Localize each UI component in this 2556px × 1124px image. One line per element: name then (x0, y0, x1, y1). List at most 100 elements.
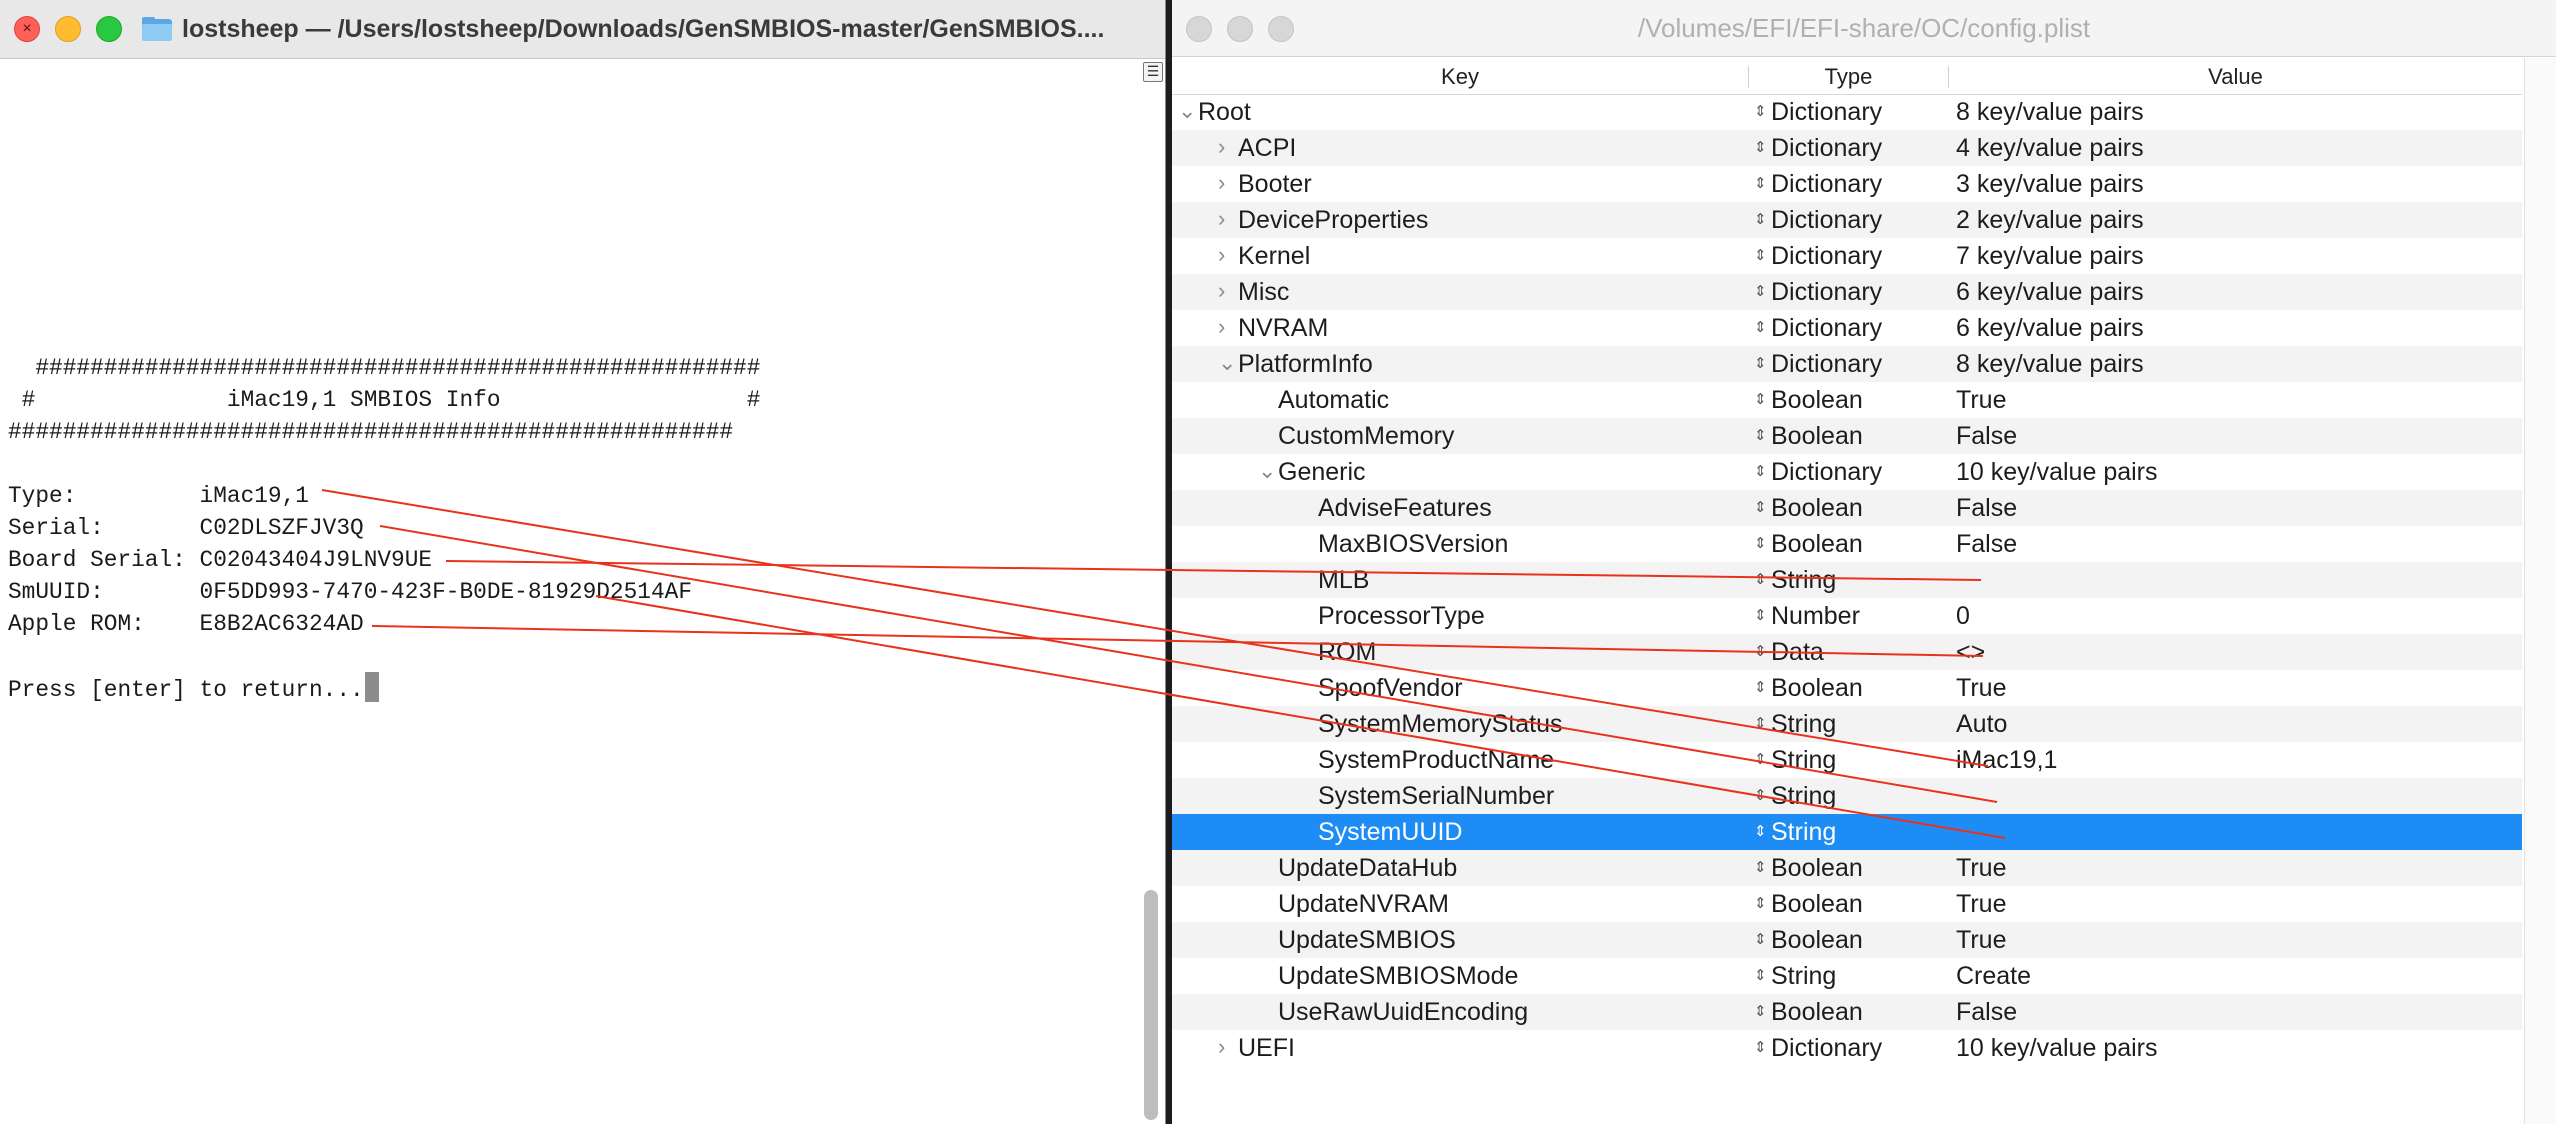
plist-value[interactable]: <> (1956, 634, 1985, 670)
type-stepper-icon[interactable]: ⇕ (1754, 166, 1768, 202)
plist-key[interactable]: UEFI (1238, 1030, 1295, 1066)
plist-key[interactable]: ACPI (1238, 130, 1296, 166)
plist-value[interactable]: Create (1956, 958, 2031, 994)
plist-type[interactable]: Dictionary (1771, 238, 1882, 274)
plist-row-processortype[interactable]: ProcessorType ⇕ Number 0 (1172, 598, 2522, 634)
chevron-down-icon[interactable]: ⌄ (1178, 94, 1196, 130)
plist-type[interactable]: String (1771, 958, 1836, 994)
plist-row-mlb[interactable]: MLB ⇕ String (1172, 562, 2522, 598)
plist-value[interactable]: False (1956, 490, 2017, 526)
plist-row-rom[interactable]: ROM ⇕ Data <> (1172, 634, 2522, 670)
plist-type[interactable]: Boolean (1771, 418, 1863, 454)
plist-type[interactable]: Dictionary (1771, 94, 1882, 130)
plist-value[interactable]: 10 key/value pairs (1956, 1030, 2158, 1066)
plist-key[interactable]: Automatic (1278, 382, 1389, 418)
plist-row-spoofvendor[interactable]: SpoofVendor ⇕ Boolean True (1172, 670, 2522, 706)
plist-row-generic[interactable]: ⌄ Generic ⇕ Dictionary 10 key/value pairs (1172, 454, 2522, 490)
plist-type[interactable]: Boolean (1771, 490, 1863, 526)
type-stepper-icon[interactable]: ⇕ (1754, 418, 1768, 454)
plist-key[interactable]: AdviseFeatures (1318, 490, 1492, 526)
plist-type[interactable]: Dictionary (1771, 1030, 1882, 1066)
plist-type[interactable]: Boolean (1771, 850, 1863, 886)
type-stepper-icon[interactable]: ⇕ (1754, 238, 1768, 274)
type-stepper-icon[interactable]: ⇕ (1754, 706, 1768, 742)
plist-type[interactable]: Data (1771, 634, 1824, 670)
chevron-right-icon[interactable]: › (1218, 310, 1232, 346)
plist-value[interactable]: 7 key/value pairs (1956, 238, 2144, 274)
type-stepper-icon[interactable]: ⇕ (1754, 994, 1768, 1030)
plist-value[interactable]: 6 key/value pairs (1956, 274, 2144, 310)
plist-key[interactable]: Booter (1238, 166, 1312, 202)
plist-type[interactable]: Dictionary (1771, 346, 1882, 382)
minimize-button[interactable] (1227, 16, 1253, 42)
type-stepper-icon[interactable]: ⇕ (1754, 94, 1768, 130)
plist-key[interactable]: ProcessorType (1318, 598, 1485, 634)
plist-row-systemmemorystatus[interactable]: SystemMemoryStatus ⇕ String Auto (1172, 706, 2522, 742)
zoom-button[interactable] (96, 16, 122, 42)
plist-row-userawuuidencoding[interactable]: UseRawUuidEncoding ⇕ Boolean False (1172, 994, 2522, 1030)
plist-type[interactable]: Boolean (1771, 994, 1863, 1030)
plist-key[interactable]: SystemMemoryStatus (1318, 706, 1563, 742)
plist-row-deviceproperties[interactable]: › DeviceProperties ⇕ Dictionary 2 key/value … (1172, 202, 2522, 238)
plist-scrollbar[interactable] (2524, 58, 2556, 1124)
plist-type[interactable]: Dictionary (1771, 454, 1882, 490)
split-pane-icon[interactable]: ☰ (1143, 62, 1163, 82)
plist-value[interactable]: 10 key/value pairs (1956, 454, 2158, 490)
type-stepper-icon[interactable]: ⇕ (1754, 130, 1768, 166)
chevron-right-icon[interactable]: › (1218, 1030, 1232, 1066)
column-header-type[interactable]: Type (1749, 58, 1948, 94)
type-stepper-icon[interactable]: ⇕ (1754, 958, 1768, 994)
plist-key[interactable]: UpdateDataHub (1278, 850, 1457, 886)
plist-type[interactable]: Dictionary (1771, 274, 1882, 310)
plist-row-root[interactable]: ⌄ Root ⇕ Dictionary 8 key/value pairs (1172, 94, 2522, 130)
chevron-down-icon[interactable]: ⌄ (1258, 454, 1276, 490)
type-stepper-icon[interactable]: ⇕ (1754, 310, 1768, 346)
plist-type[interactable]: Boolean (1771, 670, 1863, 706)
close-button[interactable]: × (14, 16, 40, 42)
plist-row-booter[interactable]: › Booter ⇕ Dictionary 3 key/value pairs (1172, 166, 2522, 202)
type-stepper-icon[interactable]: ⇕ (1754, 922, 1768, 958)
plist-value[interactable]: 8 key/value pairs (1956, 94, 2144, 130)
plist-row-uefi[interactable]: › UEFI ⇕ Dictionary 10 key/value pairs (1172, 1030, 2522, 1066)
terminal-scrollbar[interactable] (1144, 890, 1158, 1120)
plist-row-automatic[interactable]: Automatic ⇕ Boolean True (1172, 382, 2522, 418)
plist-row-misc[interactable]: › Misc ⇕ Dictionary 6 key/value pairs (1172, 274, 2522, 310)
type-stepper-icon[interactable]: ⇕ (1754, 742, 1768, 778)
plist-value[interactable]: False (1956, 418, 2017, 454)
type-stepper-icon[interactable]: ⇕ (1754, 886, 1768, 922)
plist-row-maxbiosversion[interactable]: MaxBIOSVersion ⇕ Boolean False (1172, 526, 2522, 562)
plist-type[interactable]: String (1771, 814, 1836, 850)
plist-value[interactable]: True (1956, 382, 2006, 418)
plist-key[interactable]: Generic (1278, 454, 1366, 490)
type-stepper-icon[interactable]: ⇕ (1754, 202, 1768, 238)
plist-value[interactable]: iMac19,1 (1956, 742, 2057, 778)
plist-value[interactable]: 6 key/value pairs (1956, 310, 2144, 346)
plist-key[interactable]: MaxBIOSVersion (1318, 526, 1508, 562)
plist-type[interactable]: Boolean (1771, 886, 1863, 922)
plist-type[interactable]: String (1771, 778, 1836, 814)
type-stepper-icon[interactable]: ⇕ (1754, 454, 1768, 490)
plist-row-updatedatahub[interactable]: UpdateDataHub ⇕ Boolean True (1172, 850, 2522, 886)
plist-type[interactable]: Boolean (1771, 526, 1863, 562)
plist-key[interactable]: Root (1198, 94, 1251, 130)
plist-key[interactable]: SystemUUID (1318, 814, 1462, 850)
plist-key[interactable]: ROM (1318, 634, 1376, 670)
plist-key[interactable]: NVRAM (1238, 310, 1328, 346)
plist-value[interactable]: 0 (1956, 598, 1970, 634)
plist-type[interactable]: Dictionary (1771, 310, 1882, 346)
plist-key[interactable]: UpdateNVRAM (1278, 886, 1449, 922)
plist-value[interactable]: True (1956, 850, 2006, 886)
plist-value[interactable]: True (1956, 886, 2006, 922)
plist-row-updatenvram[interactable]: UpdateNVRAM ⇕ Boolean True (1172, 886, 2522, 922)
type-stepper-icon[interactable]: ⇕ (1754, 382, 1768, 418)
plist-type[interactable]: String (1771, 562, 1836, 598)
type-stepper-icon[interactable]: ⇕ (1754, 850, 1768, 886)
type-stepper-icon[interactable]: ⇕ (1754, 274, 1768, 310)
plist-row-custommemory[interactable]: CustomMemory ⇕ Boolean False (1172, 418, 2522, 454)
type-stepper-icon[interactable]: ⇕ (1754, 778, 1768, 814)
plist-value[interactable]: 4 key/value pairs (1956, 130, 2144, 166)
type-stepper-icon[interactable]: ⇕ (1754, 598, 1768, 634)
plist-row-kernel[interactable]: › Kernel ⇕ Dictionary 7 key/value pairs (1172, 238, 2522, 274)
plist-value[interactable]: 2 key/value pairs (1956, 202, 2144, 238)
type-stepper-icon[interactable]: ⇕ (1754, 562, 1768, 598)
